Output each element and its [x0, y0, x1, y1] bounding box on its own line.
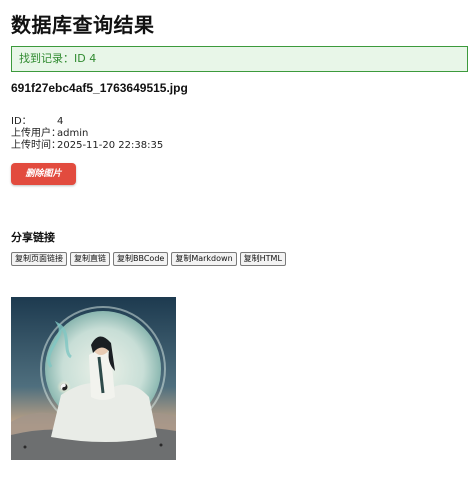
copy-direct-link-button[interactable]: 复制直链 [70, 252, 110, 266]
image-artwork [11, 297, 176, 460]
share-heading: 分享链接 [11, 231, 55, 244]
user-value: admin [57, 128, 89, 139]
delete-image-button[interactable]: 删除图片 [11, 163, 76, 185]
id-value: 4 [57, 116, 64, 127]
record-meta: ID： 4 上传用户：admin 上传时间：2025-11-20 22:38:35 [11, 116, 163, 152]
copy-page-link-button[interactable]: 复制页面链接 [11, 252, 67, 266]
user-row: 上传用户：admin [11, 128, 163, 140]
time-value: 2025-11-20 22:38:35 [57, 140, 164, 151]
success-alert: 找到记录：ID 4 [11, 46, 468, 72]
time-label: 上传时间： [11, 140, 61, 151]
id-label: ID： [11, 116, 32, 127]
share-buttons: 复制页面链接 复制直链 复制BBCode 复制Markdown 复制HTML [11, 252, 286, 266]
time-row: 上传时间：2025-11-20 22:38:35 [11, 140, 163, 152]
uploaded-image [11, 297, 176, 460]
copy-html-button[interactable]: 复制HTML [239, 252, 286, 266]
file-name: 691f27ebc4af5_1763649515.jpg [11, 81, 188, 95]
copy-markdown-button[interactable]: 复制Markdown [171, 252, 237, 266]
page-title: 数据库查询结果 [11, 13, 155, 37]
id-row: ID： 4 [11, 116, 163, 128]
user-label: 上传用户： [11, 128, 61, 139]
page: 数据库查询结果 找到记录：ID 4 691f27ebc4af5_17636495… [0, 0, 471, 500]
copy-bbcode-button[interactable]: 复制BBCode [113, 252, 169, 266]
